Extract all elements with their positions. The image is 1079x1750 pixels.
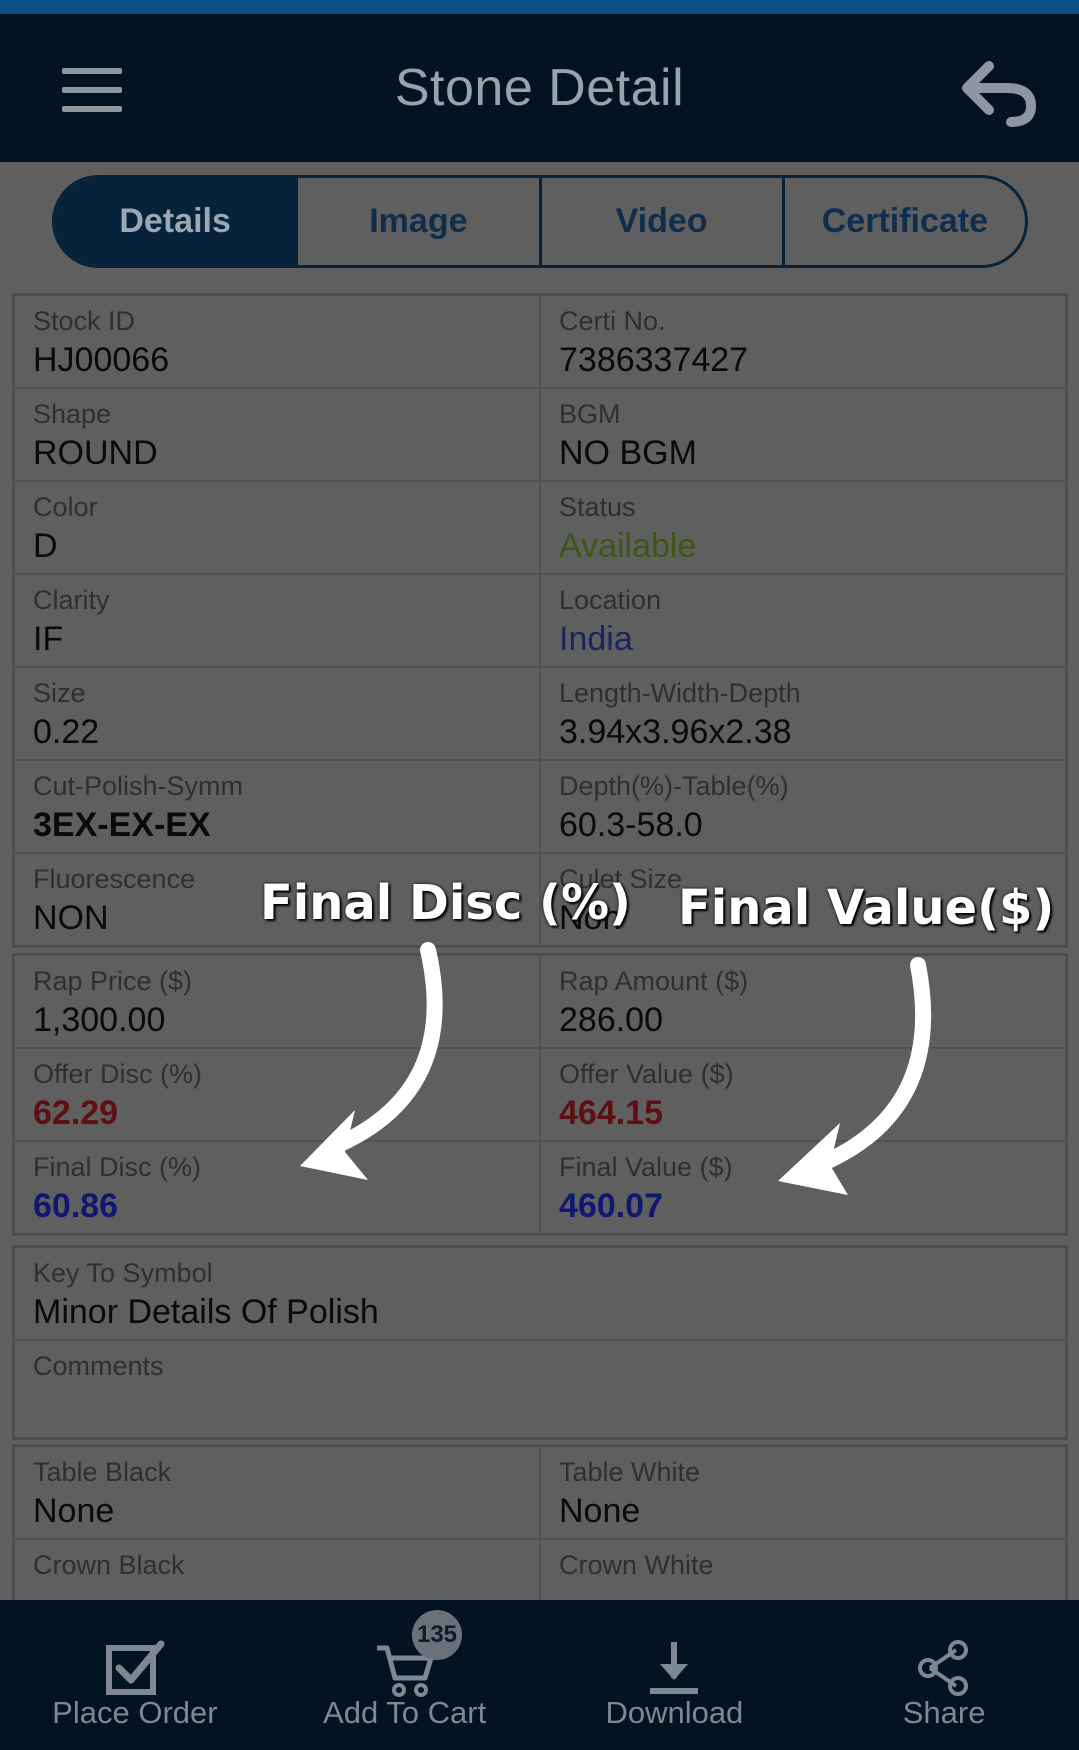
table-white-label: Table White: [559, 1457, 701, 1487]
tab-video[interactable]: Video: [538, 178, 782, 265]
inclusion-row: Table Black None Table White None: [15, 1447, 1065, 1540]
key-to-symbol-label: Key To Symbol: [33, 1258, 213, 1288]
key-to-symbol-value: Minor Details Of Polish: [33, 1293, 379, 1331]
detail-row: Clarity IF Location India: [15, 575, 1065, 668]
detail-row: Stock ID HJ00066 Certi No. 7386337427: [15, 296, 1065, 389]
location-value[interactable]: India: [559, 617, 1047, 661]
certi-no-cell: Certi No. 7386337427: [539, 296, 1065, 387]
table-black-label: Table Black: [33, 1457, 172, 1487]
size-value: 0.22: [33, 713, 100, 751]
clarity-cell: Clarity IF: [15, 575, 539, 666]
color-value: D: [33, 527, 58, 565]
notes-grid: Key To Symbol Minor Details Of Polish Co…: [12, 1245, 1068, 1440]
table-white-value: None: [559, 1492, 641, 1530]
detail-row: Cut-Polish-Symm 3EX-EX-EX Depth(%)-Table…: [15, 761, 1065, 854]
share-button[interactable]: Share: [809, 1600, 1079, 1750]
table-white-cell: Table White None: [539, 1447, 1065, 1538]
shape-value: ROUND: [33, 434, 158, 472]
status-value: Available: [559, 527, 697, 565]
tab-details[interactable]: Details: [55, 178, 296, 265]
table-black-cell: Table Black None: [15, 1447, 539, 1538]
depth-table-value: 60.3-58.0: [559, 806, 703, 844]
rap-price-cell: Rap Price ($) 1,300.00: [15, 956, 539, 1047]
offer-disc-cell: Offer Disc (%) 62.29: [15, 1049, 539, 1140]
cart-count-badge: 135: [412, 1610, 462, 1660]
color-cell: Color D: [15, 482, 539, 573]
detail-row: Shape ROUND BGM NO BGM: [15, 389, 1065, 482]
undo-arrow-icon[interactable]: [959, 58, 1039, 128]
notes-row: Comments: [15, 1341, 1065, 1437]
cut-polish-symm-label: Cut-Polish-Symm: [33, 771, 244, 801]
certi-no-value: 7386337427: [559, 341, 749, 379]
depth-table-label: Depth(%)-Table(%): [559, 771, 789, 801]
curved-arrow-right-icon: [778, 957, 932, 1195]
tab-image[interactable]: Image: [295, 178, 538, 265]
comments-label: Comments: [33, 1351, 164, 1381]
lwd-label: Length-Width-Depth: [559, 678, 801, 708]
detail-tabs: Details Image Video Certificate: [52, 175, 1028, 268]
color-label: Color: [33, 492, 98, 522]
clarity-label: Clarity: [33, 585, 110, 615]
certi-no-label: Certi No.: [559, 306, 666, 336]
status-cell: Status Available: [539, 482, 1065, 573]
shape-cell: Shape ROUND: [15, 389, 539, 480]
download-icon: [650, 1642, 699, 1694]
app-header: Stone Detail: [0, 14, 1079, 162]
download-button[interactable]: Download: [540, 1600, 810, 1750]
cut-polish-symm-cell: Cut-Polish-Symm 3EX-EX-EX: [15, 761, 539, 852]
bgm-cell: BGM NO BGM: [539, 389, 1065, 480]
bgm-value: NO BGM: [559, 434, 697, 472]
stock-id-label: Stock ID: [33, 306, 136, 336]
page-title: Stone Detail: [394, 59, 685, 117]
clarity-value: IF: [33, 620, 64, 658]
checkbox-icon: [105, 1640, 165, 1695]
status-bar: [0, 0, 1079, 14]
notes-row: Key To Symbol Minor Details Of Polish: [15, 1248, 1065, 1341]
bgm-label: BGM: [559, 399, 621, 429]
final-disc-cell: Final Disc (%) 60.86: [15, 1142, 539, 1233]
stock-id-value: HJ00066: [33, 341, 170, 379]
stone-details-grid: Stock ID HJ00066 Certi No. 7386337427 Sh…: [12, 293, 1068, 948]
crown-black-label: Crown Black: [33, 1550, 185, 1580]
shape-label: Shape: [33, 399, 112, 429]
detail-row: Color D Status Available: [15, 482, 1065, 575]
detail-row: Size 0.22 Length-Width-Depth 3.94x3.96x2…: [15, 668, 1065, 761]
add-to-cart-label: Add To Cart: [323, 1695, 487, 1730]
stock-id-cell: Stock ID HJ00066: [15, 296, 539, 387]
location-label: Location: [559, 585, 662, 615]
place-order-button[interactable]: Place Order: [0, 1600, 270, 1750]
bottom-action-bar: Place Order Add To Cart Download Share: [0, 1600, 1079, 1750]
tab-certificate[interactable]: Certificate: [781, 178, 1025, 265]
key-to-symbol-cell: Key To Symbol Minor Details Of Polish: [15, 1248, 1065, 1339]
place-order-label: Place Order: [52, 1695, 218, 1730]
location-cell: Location India: [539, 575, 1065, 666]
depth-table-cell: Depth(%)-Table(%) 60.3-58.0: [539, 761, 1065, 852]
share-icon: [918, 1640, 969, 1696]
size-label: Size: [33, 678, 86, 708]
size-cell: Size 0.22: [15, 668, 539, 759]
cut-polish-symm-value: 3EX-EX-EX: [33, 806, 211, 844]
status-label: Status: [559, 492, 636, 522]
crown-white-label: Crown White: [559, 1550, 714, 1580]
lwd-value: 3.94x3.96x2.38: [559, 713, 792, 751]
comments-cell: Comments: [15, 1341, 1065, 1437]
curved-arrow-left-icon: [300, 942, 443, 1180]
share-label: Share: [902, 1695, 986, 1730]
table-black-value: None: [33, 1492, 115, 1530]
lwd-cell: Length-Width-Depth 3.94x3.96x2.38: [539, 668, 1065, 759]
final-disc-annotation: Final Disc (%): [260, 875, 631, 931]
final-value-annotation: Final Value($): [678, 880, 1055, 936]
add-to-cart-button[interactable]: Add To Cart: [270, 1600, 540, 1750]
download-label: Download: [605, 1695, 744, 1730]
